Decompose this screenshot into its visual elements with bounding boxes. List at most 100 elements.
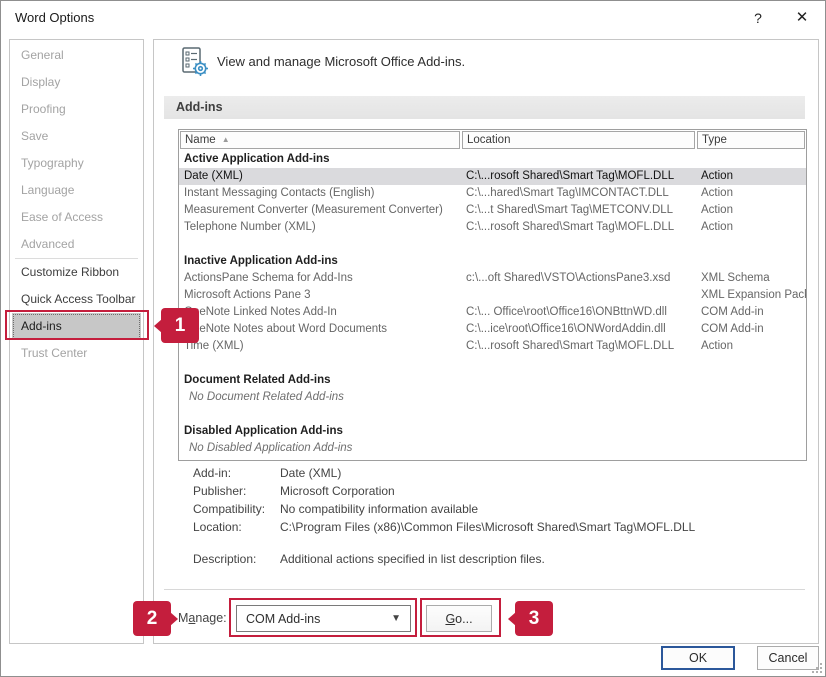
addin-type: Action [694,202,806,219]
addin-location: C:\...ice\root\Office16\ONWordAddin.dll [460,321,694,338]
manage-separator [164,589,805,590]
table-spacer [179,406,806,423]
manage-dropdown[interactable]: COM Add-ins ▼ [236,605,411,632]
addin-name: Instant Messaging Contacts (English) [179,185,460,202]
addin-row-telephone-number-xml[interactable]: Telephone Number (XML)C:\...rosoft Share… [179,219,806,236]
detail-row-add-in: Add-in:Date (XML) [193,464,803,482]
addin-type: COM Add-in [694,321,806,338]
sidebar-item-display[interactable]: Display [12,69,141,96]
detail-row-publisher: Publisher:Microsoft Corporation [193,482,803,500]
addin-row-onenote-notes-about-word-documents[interactable]: OneNote Notes about Word DocumentsC:\...… [179,321,806,338]
addin-row-instant-messaging-contacts-english[interactable]: Instant Messaging Contacts (English)C:\.… [179,185,806,202]
addin-row-onenote-linked-notes-add-in[interactable]: OneNote Linked Notes Add-InC:\... Office… [179,304,806,321]
table-body: Active Application Add-insDate (XML)C:\.… [179,151,806,457]
sidebar-item-quick-access-toolbar[interactable]: Quick Access Toolbar [12,286,141,313]
sidebar-item-proofing[interactable]: Proofing [12,96,141,123]
intro-text: View and manage Microsoft Office Add-ins… [217,54,465,69]
manage-label: Manage: [178,611,227,625]
sidebar-item-advanced[interactable]: Advanced [12,231,141,258]
detail-row-location: Location:C:\Program Files (x86)\Common F… [193,518,803,536]
help-icon[interactable]: ? [748,8,768,28]
addin-name: Telephone Number (XML) [179,219,460,236]
addin-empty-note: No Document Related Add-ins [179,389,806,406]
detail-label: Add-in: [193,464,280,482]
close-icon[interactable]: ✕ [791,7,813,29]
addin-row-microsoft-actions-pane-3[interactable]: Microsoft Actions Pane 3XML Expansion Pa… [179,287,806,304]
addin-type: Action [694,219,806,236]
go-label-part: o... [455,612,472,626]
resize-grip-icon[interactable] [810,661,823,674]
addin-type: COM Add-in [694,304,806,321]
sidebar-nav: GeneralDisplayProofingSaveTypographyLang… [9,39,144,644]
manage-dropdown-value: COM Add-ins [246,612,320,626]
addin-location: C:\...rosoft Shared\Smart Tag\MOFL.DLL [460,338,694,355]
detail-value: C:\Program Files (x86)\Common Files\Micr… [280,518,803,536]
detail-label: Description: [193,550,280,568]
sidebar-item-save[interactable]: Save [12,123,141,150]
addin-name: Time (XML) [179,338,460,355]
column-header-type[interactable]: Type [697,131,805,149]
addin-empty-note: No Disabled Application Add-ins [179,440,806,457]
addins-section-header: Add-ins [164,96,805,119]
table-spacer [179,236,806,253]
sidebar-item-language[interactable]: Language [12,177,141,204]
detail-value: No compatibility information available [280,500,803,518]
go-button[interactable]: Go... [426,605,492,632]
sidebar-item-general[interactable]: General [12,42,141,69]
column-label-name: Name [185,134,216,146]
addin-row-date-xml[interactable]: Date (XML)C:\...rosoft Shared\Smart Tag\… [179,168,806,185]
sidebar-item-typography[interactable]: Typography [12,150,141,177]
addin-group-header-active-application-add-ins: Active Application Add-ins [179,151,806,168]
go-label-accelerator: G [445,612,455,626]
manage-label-part: M [178,611,188,625]
addin-location: C:\...hared\Smart Tag\IMCONTACT.DLL [460,185,694,202]
addins-table: Name ▲ Location Type Active Application A… [178,129,807,461]
dropdown-caret-icon: ▼ [391,613,401,624]
detail-value: Additional actions specified in list des… [280,550,803,568]
addin-group-header-disabled-application-add-ins: Disabled Application Add-ins [179,423,806,440]
manage-label-part: nage: [195,611,226,625]
detail-row-compatibility: Compatibility:No compatibility informati… [193,500,803,518]
sort-ascending-icon: ▲ [222,135,230,144]
detail-value: Date (XML) [280,464,803,482]
detail-row-description: Description:Additional actions specified… [193,550,803,568]
addin-type: XML Schema [694,270,806,287]
word-options-dialog: Word Options ? ✕ GeneralDisplayProofingS… [0,0,826,677]
sidebar-item-ease-of-access[interactable]: Ease of Access [12,204,141,231]
addin-type: Action [694,168,806,185]
table-header-row: Name ▲ Location Type [179,130,806,150]
sidebar-item-customize-ribbon[interactable]: Customize Ribbon [12,259,141,286]
sidebar-item-add-ins[interactable]: Add-ins [12,313,141,340]
addins-gear-icon [179,46,211,83]
dialog-title: Word Options [15,10,94,25]
addins-page: View and manage Microsoft Office Add-ins… [153,39,819,644]
addin-name: Microsoft Actions Pane 3 [179,287,460,304]
column-header-name[interactable]: Name ▲ [180,131,460,149]
addin-group-header-inactive-application-add-ins: Inactive Application Add-ins [179,253,806,270]
addin-group-header-document-related-add-ins: Document Related Add-ins [179,372,806,389]
addin-name: ActionsPane Schema for Add-Ins [179,270,460,287]
addin-location [460,287,694,304]
detail-label: Compatibility: [193,500,280,518]
addin-location: C:\...rosoft Shared\Smart Tag\MOFL.DLL [460,168,694,185]
ok-button[interactable]: OK [661,646,735,670]
addin-row-measurement-converter-measurement-converter[interactable]: Measurement Converter (Measurement Conve… [179,202,806,219]
addin-name: OneNote Notes about Word Documents [179,321,460,338]
addin-row-time-xml[interactable]: Time (XML)C:\...rosoft Shared\Smart Tag\… [179,338,806,355]
addin-details: Add-in:Date (XML)Publisher:Microsoft Cor… [193,464,803,568]
addin-name: OneNote Linked Notes Add-In [179,304,460,321]
addin-name: Measurement Converter (Measurement Conve… [179,202,460,219]
detail-value: Microsoft Corporation [280,482,803,500]
addin-type: Action [694,338,806,355]
addin-location: C:\... Office\root\Office16\ONBttnWD.dll [460,304,694,321]
column-header-location[interactable]: Location [462,131,695,149]
addin-location: c:\...oft Shared\VSTO\ActionsPane3.xsd [460,270,694,287]
addin-location: C:\...rosoft Shared\Smart Tag\MOFL.DLL [460,219,694,236]
addin-location: C:\...t Shared\Smart Tag\METCONV.DLL [460,202,694,219]
sidebar-item-trust-center[interactable]: Trust Center [12,340,141,367]
detail-label: Publisher: [193,482,280,500]
table-spacer [179,355,806,372]
detail-label: Location: [193,518,280,536]
addin-row-actionspane-schema-for-add-ins[interactable]: ActionsPane Schema for Add-Insc:\...oft … [179,270,806,287]
addin-type: Action [694,185,806,202]
